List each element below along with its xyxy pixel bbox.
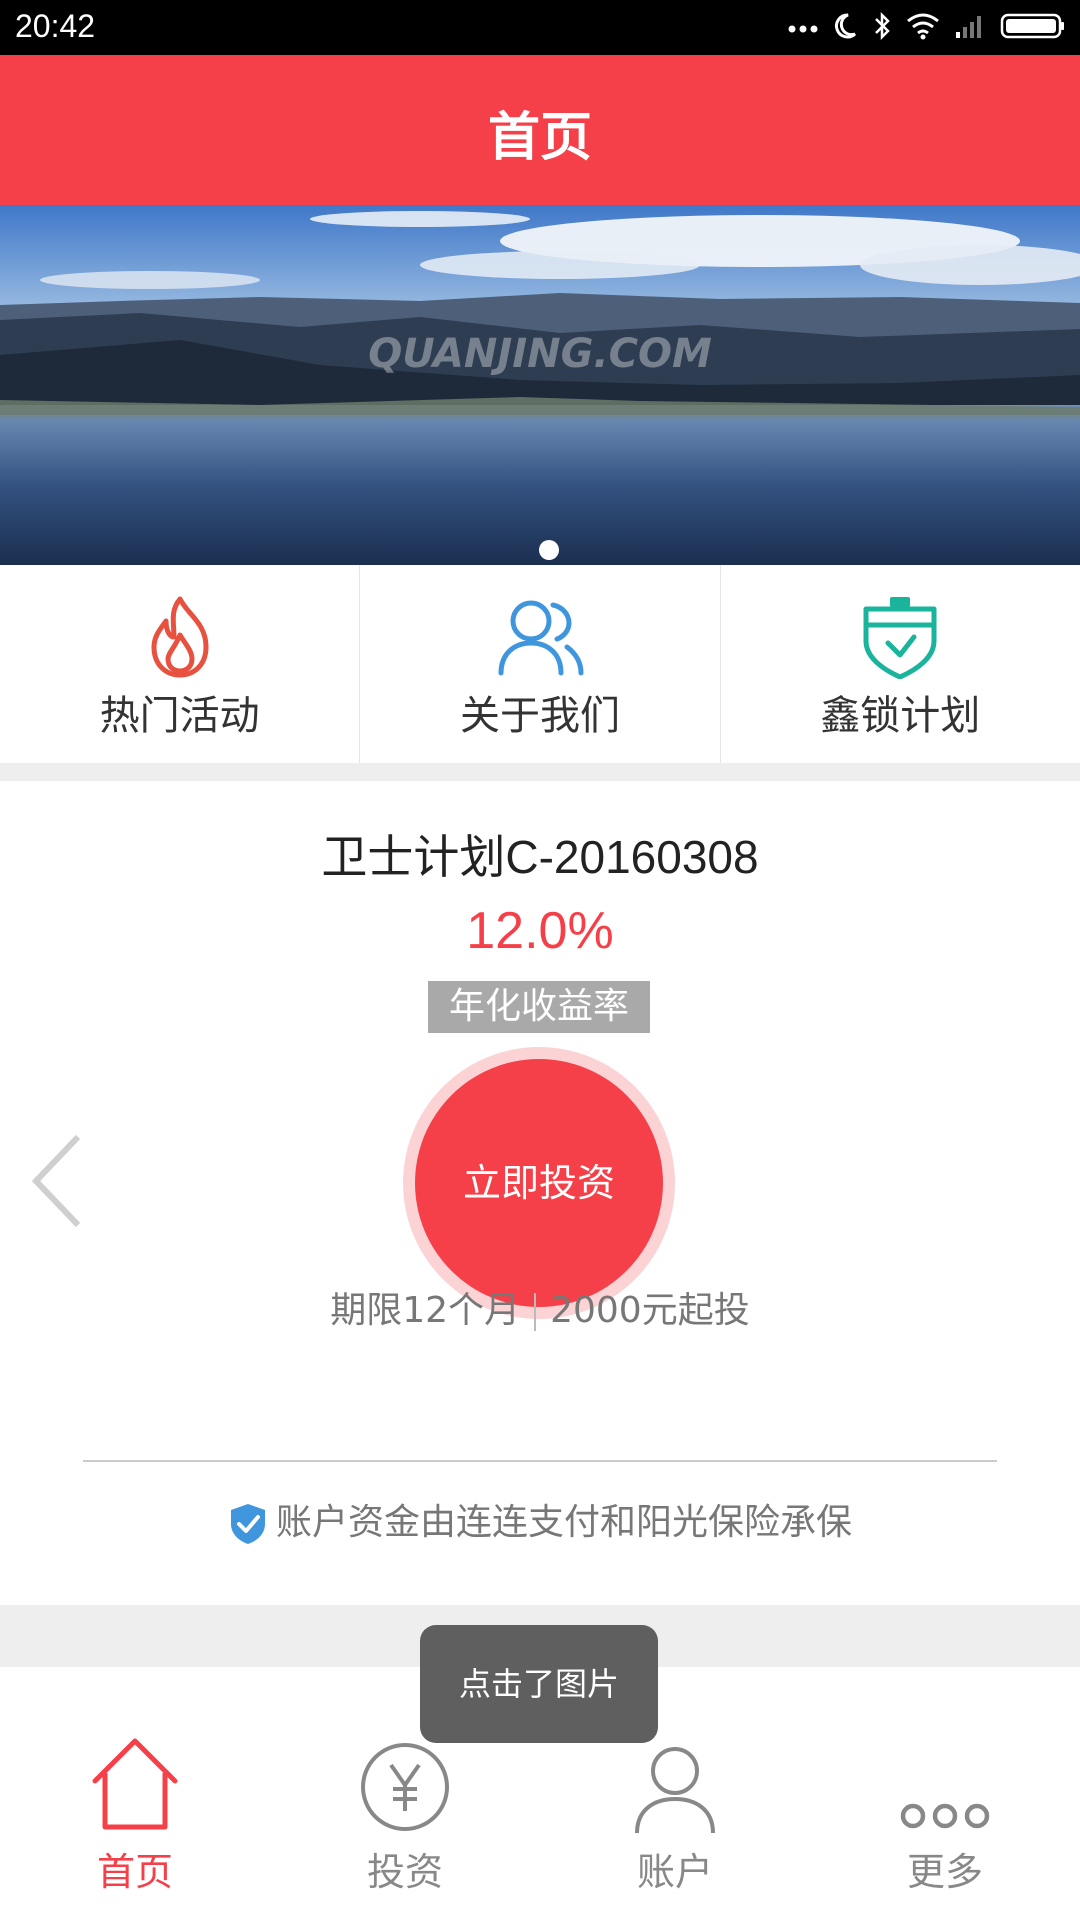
user-icon <box>635 1747 715 1834</box>
users-icon <box>498 600 584 676</box>
banner-carousel[interactable]: QUANJING.COM <box>0 205 1080 565</box>
do-not-disturb-moon-icon <box>832 12 858 44</box>
quick-link-label: 关于我们 <box>459 693 620 739</box>
product-card: 卫士计划C-20160308 12.0% 年化收益率 立即投资 期限12个月 20… <box>0 781 1080 1605</box>
product-terms: 期限12个月 2000元起投 <box>0 1281 1080 1333</box>
quick-link-about-us[interactable]: 关于我们 <box>360 565 721 763</box>
quick-link-hot-activities[interactable]: 热门活动 <box>0 565 361 763</box>
carousel-dot-active <box>539 540 559 560</box>
previous-product-button[interactable] <box>28 1131 84 1235</box>
chevron-left-icon <box>31 1134 81 1228</box>
product-name: 卫士计划C-20160308 <box>321 831 759 883</box>
yen-coin-icon <box>361 1743 449 1831</box>
banner-image[interactable]: QUANJING.COM <box>0 205 1080 565</box>
divider-line <box>83 1460 997 1462</box>
home-icon <box>92 1738 178 1830</box>
wifi-icon <box>906 12 940 44</box>
status-icons <box>788 10 1066 46</box>
guarantee-text: 账户资金由连连支付和阳光保险承保 <box>275 1502 852 1543</box>
signal-icon <box>954 12 986 44</box>
flame-icon <box>151 596 209 678</box>
title-bar: 首页 <box>0 55 1080 205</box>
page-title: 首页 <box>487 108 592 168</box>
annual-rate-label: 年化收益率 <box>428 981 650 1033</box>
terms-separator <box>534 1293 537 1331</box>
more-dots-icon <box>900 1803 990 1829</box>
tab-label: 首页 <box>96 1850 173 1894</box>
banner-watermark: QUANJING.COM <box>368 331 712 377</box>
minimum-amount: 2000元起投 <box>550 1290 750 1331</box>
status-time: 20:42 <box>15 8 96 44</box>
quick-link-label: 热门活动 <box>99 693 260 739</box>
annual-rate-value: 12.0% <box>466 902 614 960</box>
tab-home[interactable]: 首页 <box>0 1667 270 1920</box>
toast-message: 点击了图片 <box>420 1625 658 1743</box>
section-divider <box>0 763 1080 781</box>
tab-label: 投资 <box>366 1850 443 1894</box>
quick-link-xinsuo-plan[interactable]: 鑫锁计划 <box>721 565 1080 763</box>
tab-more[interactable]: 更多 <box>810 1667 1080 1920</box>
shield-check-icon <box>230 1504 265 1544</box>
status-bar: 20:42 <box>0 0 1080 55</box>
bluetooth-icon <box>872 11 892 45</box>
guarantee-notice: 账户资金由连连支付和阳光保险承保 <box>0 1493 1080 1546</box>
tab-label: 账户 <box>636 1850 713 1894</box>
tab-label: 更多 <box>906 1850 983 1894</box>
invest-now-button[interactable]: 立即投资 <box>415 1059 663 1307</box>
quick-links: 热门活动 关于我们 鑫锁计划 <box>0 565 1080 763</box>
shield-badge-icon <box>863 597 937 679</box>
invest-button-ring: 立即投资 <box>403 1047 675 1319</box>
term-length: 期限12个月 <box>330 1290 521 1331</box>
quick-link-label: 鑫锁计划 <box>820 693 981 739</box>
battery-icon <box>1000 12 1066 44</box>
more-notifications-icon <box>788 19 818 38</box>
